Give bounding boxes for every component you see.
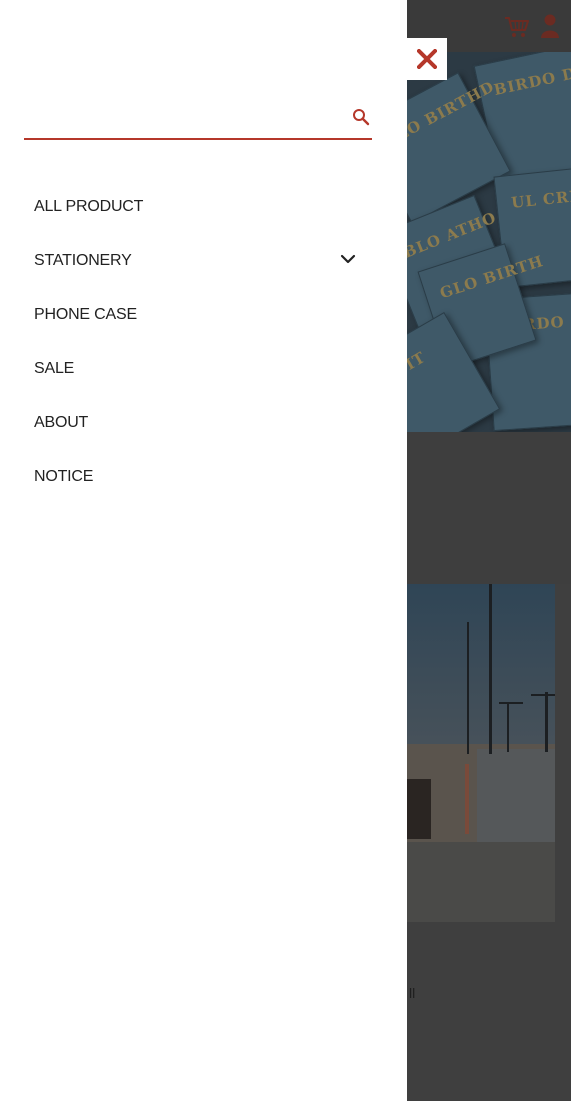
photo-pole — [489, 584, 492, 754]
menu-item-stationery[interactable]: STATIONERY — [0, 234, 407, 288]
nav-menu: ALL PRODUCT STATIONERY PHONE CASE SALE A… — [0, 180, 407, 504]
photo-pole — [545, 692, 548, 752]
page: BIRDO DAY GLO BIRTHD UL CRIAN BLO ATHO B… — [0, 0, 571, 1101]
menu-item-label: ALL PRODUCT — [34, 198, 144, 215]
menu-item-notice[interactable]: NOTICE — [0, 450, 407, 504]
search-input[interactable] — [24, 104, 338, 136]
product-photo — [407, 584, 555, 922]
photo-crossbar — [531, 694, 555, 696]
search-icon[interactable] — [352, 108, 370, 126]
chevron-down-icon[interactable] — [340, 253, 356, 265]
menu-item-label: NOTICE — [34, 468, 94, 485]
hero-card-text: BIRDO DAY — [492, 59, 571, 100]
photo-sky — [407, 584, 555, 754]
photo-door — [407, 779, 431, 839]
content-gap — [407, 432, 571, 584]
photo-pole — [467, 622, 469, 754]
photo-crossbar — [499, 702, 523, 704]
menu-item-sale[interactable]: SALE — [0, 342, 407, 396]
menu-item-all-product[interactable]: ALL PRODUCT — [0, 180, 407, 234]
user-icon[interactable] — [541, 14, 559, 38]
cart-icon[interactable] — [504, 16, 530, 38]
menu-item-label: STATIONERY — [34, 252, 132, 269]
side-drawer: ALL PRODUCT STATIONERY PHONE CASE SALE A… — [0, 0, 407, 1101]
menu-item-about[interactable]: ABOUT — [0, 396, 407, 450]
hero-card-text: OBIT — [407, 347, 429, 388]
search-bar — [24, 104, 372, 140]
photo-ground — [407, 842, 555, 922]
menu-item-label: SALE — [34, 360, 75, 377]
menu-item-phone-case[interactable]: PHONE CASE — [0, 288, 407, 342]
hero-card-text: UL CRIAN — [510, 184, 571, 212]
close-icon — [417, 49, 437, 69]
photo-pole — [507, 702, 509, 752]
menu-item-label: ABOUT — [34, 414, 89, 431]
photo-wall — [477, 749, 555, 844]
menu-item-label: PHONE CASE — [34, 306, 137, 323]
photo-stripe — [465, 764, 469, 834]
background-text-fragment: ll — [409, 985, 416, 1001]
close-button[interactable] — [407, 38, 447, 80]
